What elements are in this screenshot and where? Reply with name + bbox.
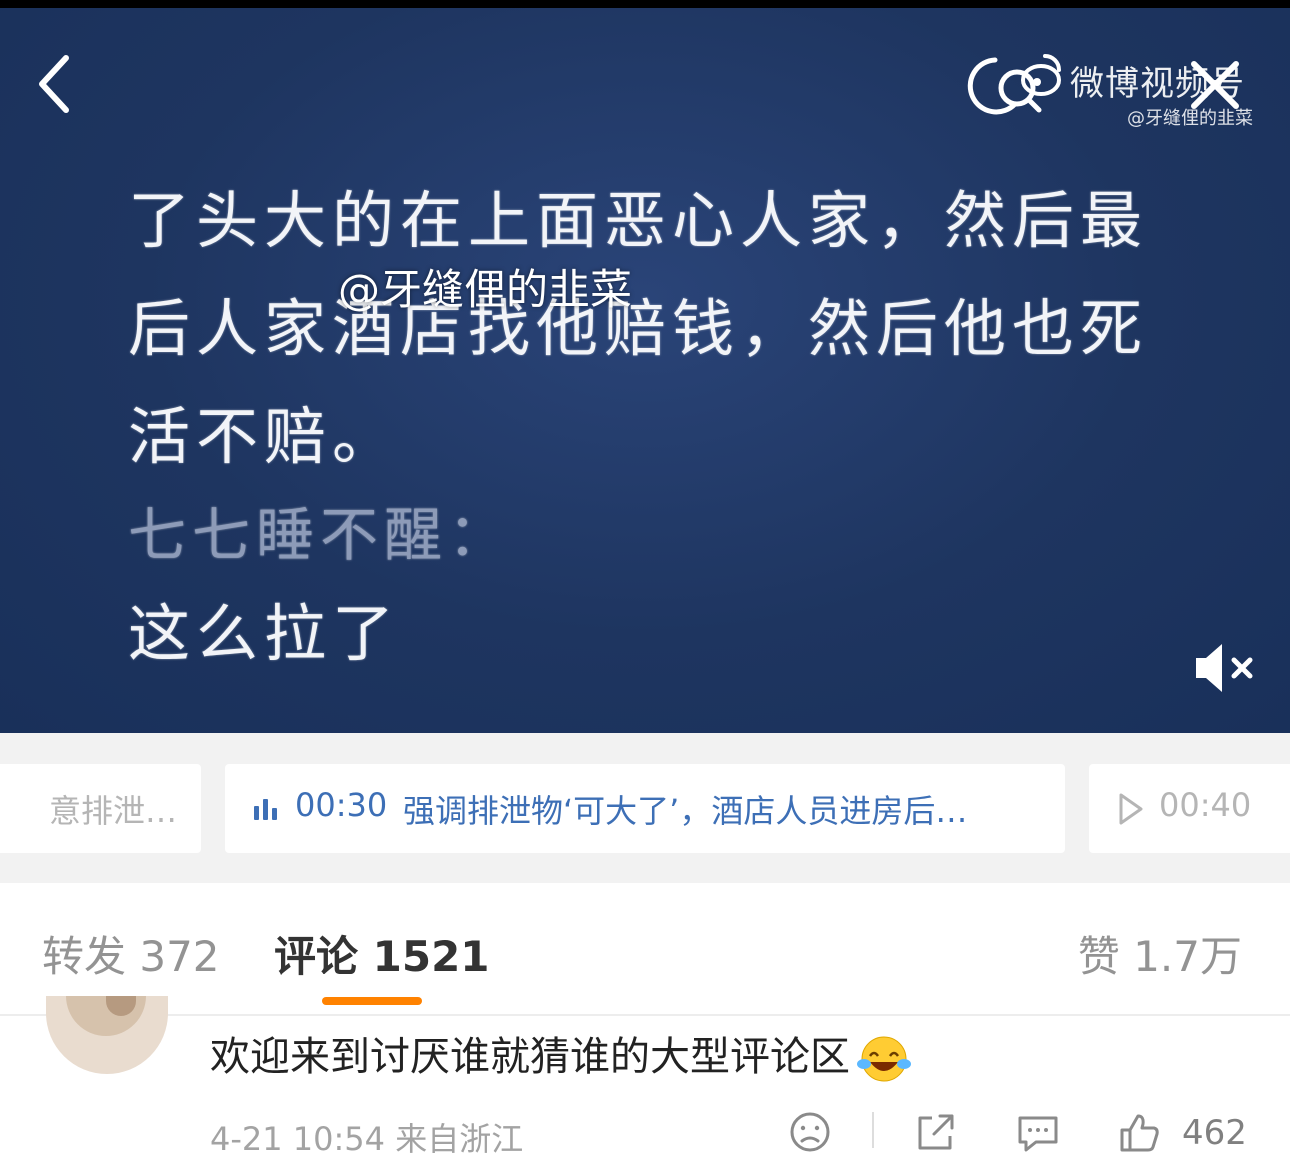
tab-repost[interactable]: 转发 372 [42,923,220,984]
comment-bubble-icon[interactable] [1014,1110,1062,1156]
chapter-label: 意排泄… [48,792,177,830]
overlay-watermark: @牙缝俚的韭菜 [338,265,633,314]
tab-comment[interactable]: 评论 1521 [274,923,490,984]
active-tab-indicator [322,997,422,1005]
chapter-chip-active[interactable]: 00:30 强调排泄物‘可大了’，酒店人员进房后… [225,764,1065,853]
playing-bars-icon [254,799,277,820]
like-count: 462 [1182,1113,1247,1153]
laughing-tears-emoji [857,1036,911,1082]
action-separator [872,1112,874,1148]
chapter-chip-previous[interactable]: 意排泄… [0,764,201,853]
weibo-logo-icon [967,54,1061,115]
subtitle-line-5: 这么拉了 [128,597,401,670]
chapter-label: 强调排泄物‘可大了’，酒店人员进房后… [403,792,968,830]
back-button[interactable] [28,48,88,118]
subtitle-line-4: 七七睡不醒： [128,501,513,569]
volume-muted-icon [1196,644,1253,692]
close-button[interactable] [1180,50,1250,120]
close-icon [1191,61,1239,109]
chevron-left-icon [39,55,69,113]
comment-meta: 4-21 10:54 来自浙江 [210,1120,524,1158]
thumbs-up-icon[interactable] [1116,1110,1162,1156]
subtitle-line-1: 了头大的在上面恶心人家，然后最 [128,184,1149,257]
subtitle-line-3: 活不赔。 [128,400,401,473]
video-player[interactable]: 微博视频号 @牙缝俚的韭菜 了头大的在上面恶心人家，然后最 后人家酒店找他赔钱，… [0,8,1290,733]
dislike-face-icon[interactable] [788,1110,832,1154]
mute-button[interactable] [1192,640,1262,696]
play-icon [1119,793,1143,825]
interaction-tabs: 转发 372 评论 1521 赞 1.7万 [0,883,1290,1013]
comment-item: 欢迎来到讨厌谁就猜谁的大型评论区 4-21 10:54 来自浙江 462 [0,996,1290,1175]
comment-body: 欢迎来到讨厌谁就猜谁的大型评论区 [210,1034,850,1080]
chapter-time: 00:30 [295,786,388,824]
tab-like[interactable]: 赞 1.7万 [1078,923,1242,984]
chapter-time: 00:40 [1159,786,1252,824]
share-icon[interactable] [912,1110,958,1154]
comment-text: 欢迎来到讨厌谁就猜谁的大型评论区 [210,1024,912,1084]
chapter-strip[interactable]: 意排泄… 00:30 强调排泄物‘可大了’，酒店人员进房后… 00:40 [0,733,1290,883]
status-strip [0,0,1290,8]
subtitle-line-2: 后人家酒店找他赔钱，然后他也死 [128,292,1149,365]
chapter-chip-next[interactable]: 00:40 [1089,764,1290,853]
avatar[interactable] [46,996,168,1074]
